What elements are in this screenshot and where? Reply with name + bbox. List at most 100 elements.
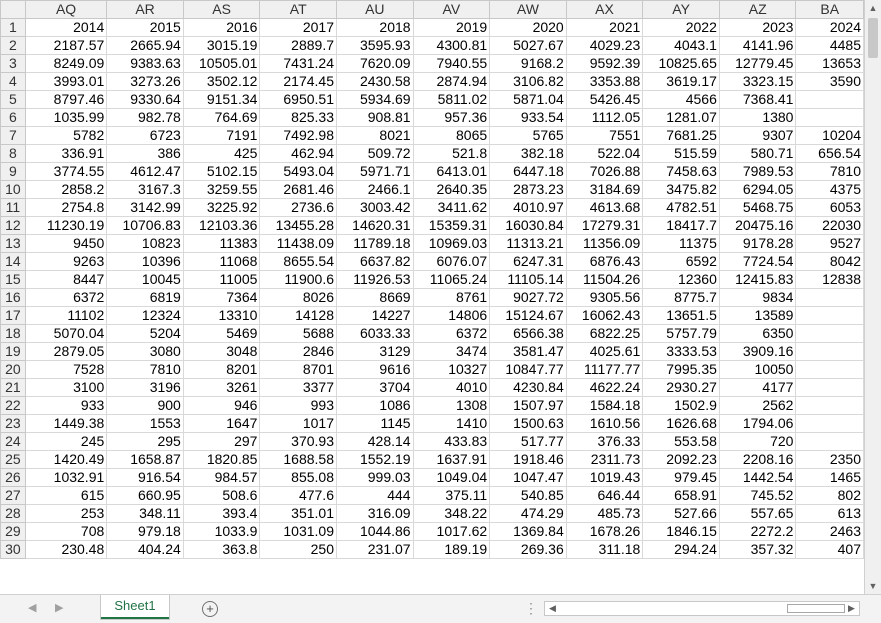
cell-ba-30[interactable]: 407 xyxy=(795,540,864,559)
cell-as-3[interactable]: 10505.01 xyxy=(182,54,261,73)
row-header[interactable]: 6 xyxy=(0,108,26,127)
cell-as-27[interactable]: 508.6 xyxy=(182,486,261,505)
cell-as-18[interactable]: 5469 xyxy=(182,324,261,343)
cell-ar-13[interactable]: 10823 xyxy=(106,234,184,253)
column-header-au[interactable]: AU xyxy=(336,0,414,19)
row-header[interactable]: 29 xyxy=(0,522,26,541)
cell-au-14[interactable]: 6637.82 xyxy=(336,252,414,271)
cell-as-2[interactable]: 3015.19 xyxy=(182,36,261,55)
cell-ax-7[interactable]: 7551 xyxy=(565,126,644,145)
next-sheet-icon[interactable]: ▶ xyxy=(55,601,63,614)
row-header[interactable]: 11 xyxy=(0,198,26,217)
cell-aw-1[interactable]: 2020 xyxy=(489,18,567,37)
cell-au-3[interactable]: 7620.09 xyxy=(336,54,414,73)
cell-aq-6[interactable]: 1035.99 xyxy=(24,108,108,127)
cell-av-21[interactable]: 4010 xyxy=(412,378,491,397)
cell-at-16[interactable]: 8026 xyxy=(259,288,337,307)
cell-ay-19[interactable]: 3333.53 xyxy=(642,342,720,361)
cell-aw-9[interactable]: 6447.18 xyxy=(489,162,567,181)
cell-ax-30[interactable]: 311.18 xyxy=(565,540,644,559)
cell-aq-25[interactable]: 1420.49 xyxy=(24,450,108,469)
cell-ar-20[interactable]: 7810 xyxy=(106,360,184,379)
row-header[interactable]: 22 xyxy=(0,396,26,415)
cell-au-11[interactable]: 3003.42 xyxy=(336,198,414,217)
cell-az-15[interactable]: 12415.83 xyxy=(718,270,797,289)
cell-ar-27[interactable]: 660.95 xyxy=(106,486,184,505)
cell-au-25[interactable]: 1552.19 xyxy=(336,450,414,469)
cell-aw-29[interactable]: 1369.84 xyxy=(489,522,567,541)
cell-as-24[interactable]: 297 xyxy=(182,432,261,451)
cell-ba-18[interactable] xyxy=(795,324,864,343)
cell-au-16[interactable]: 8669 xyxy=(336,288,414,307)
cell-ba-17[interactable] xyxy=(795,306,864,325)
cell-at-18[interactable]: 5688 xyxy=(259,324,337,343)
cell-ax-18[interactable]: 6822.25 xyxy=(565,324,644,343)
cell-ba-16[interactable] xyxy=(795,288,864,307)
cell-ba-22[interactable] xyxy=(795,396,864,415)
cell-ax-29[interactable]: 1678.26 xyxy=(565,522,644,541)
cell-az-11[interactable]: 5468.75 xyxy=(718,198,797,217)
cell-az-6[interactable]: 1380 xyxy=(718,108,797,127)
cell-ar-18[interactable]: 5204 xyxy=(106,324,184,343)
cell-az-14[interactable]: 7724.54 xyxy=(718,252,797,271)
cell-az-8[interactable]: 580.71 xyxy=(718,144,797,163)
cell-ay-26[interactable]: 979.45 xyxy=(642,468,720,487)
row-header[interactable]: 13 xyxy=(0,234,26,253)
cell-as-17[interactable]: 13310 xyxy=(182,306,261,325)
cell-az-23[interactable]: 1794.06 xyxy=(718,414,797,433)
cell-as-4[interactable]: 3502.12 xyxy=(182,72,261,91)
row-header[interactable]: 30 xyxy=(0,540,26,559)
column-header-ax[interactable]: AX xyxy=(565,0,644,19)
cell-aq-5[interactable]: 8797.46 xyxy=(24,90,108,109)
cell-aw-15[interactable]: 11105.14 xyxy=(489,270,567,289)
cell-av-5[interactable]: 5811.02 xyxy=(412,90,491,109)
cell-ay-17[interactable]: 13651.5 xyxy=(642,306,720,325)
cell-az-7[interactable]: 9307 xyxy=(718,126,797,145)
cell-ax-5[interactable]: 5426.45 xyxy=(565,90,644,109)
cell-av-11[interactable]: 3411.62 xyxy=(412,198,491,217)
cell-aq-16[interactable]: 6372 xyxy=(24,288,108,307)
cell-ay-11[interactable]: 4782.51 xyxy=(642,198,720,217)
cell-as-10[interactable]: 3259.55 xyxy=(182,180,261,199)
cell-at-10[interactable]: 2681.46 xyxy=(259,180,337,199)
cell-au-27[interactable]: 444 xyxy=(336,486,414,505)
cell-aq-24[interactable]: 245 xyxy=(24,432,108,451)
scroll-up-icon[interactable]: ▲ xyxy=(865,0,881,16)
column-header-aq[interactable]: AQ xyxy=(24,0,108,19)
cell-aq-20[interactable]: 7528 xyxy=(24,360,108,379)
cell-at-1[interactable]: 2017 xyxy=(259,18,337,37)
cell-ba-6[interactable] xyxy=(795,108,864,127)
cell-au-26[interactable]: 999.03 xyxy=(336,468,414,487)
cell-at-5[interactable]: 6950.51 xyxy=(259,90,337,109)
cell-az-21[interactable]: 4177 xyxy=(718,378,797,397)
cell-ba-23[interactable] xyxy=(795,414,864,433)
cell-av-7[interactable]: 8065 xyxy=(412,126,491,145)
cell-az-2[interactable]: 4141.96 xyxy=(718,36,797,55)
row-header[interactable]: 19 xyxy=(0,342,26,361)
scroll-down-icon[interactable]: ▼ xyxy=(865,578,881,594)
cell-ax-24[interactable]: 376.33 xyxy=(565,432,644,451)
cell-ar-23[interactable]: 1553 xyxy=(106,414,184,433)
cell-az-27[interactable]: 745.52 xyxy=(718,486,797,505)
cell-av-1[interactable]: 2019 xyxy=(412,18,491,37)
cell-au-23[interactable]: 1145 xyxy=(336,414,414,433)
cell-as-29[interactable]: 1033.9 xyxy=(182,522,261,541)
cell-av-4[interactable]: 2874.94 xyxy=(412,72,491,91)
cell-ba-19[interactable] xyxy=(795,342,864,361)
cell-ay-8[interactable]: 515.59 xyxy=(642,144,720,163)
cell-au-20[interactable]: 9616 xyxy=(336,360,414,379)
cell-aq-30[interactable]: 230.48 xyxy=(24,540,108,559)
cell-av-23[interactable]: 1410 xyxy=(412,414,491,433)
cell-ax-21[interactable]: 4622.24 xyxy=(565,378,644,397)
cell-az-4[interactable]: 3323.15 xyxy=(718,72,797,91)
cell-az-19[interactable]: 3909.16 xyxy=(718,342,797,361)
cell-aq-1[interactable]: 2014 xyxy=(24,18,108,37)
horizontal-scroll-thumb[interactable] xyxy=(787,604,845,613)
cell-ay-5[interactable]: 4566 xyxy=(642,90,720,109)
cell-as-9[interactable]: 5102.15 xyxy=(182,162,261,181)
cell-ax-13[interactable]: 11356.09 xyxy=(565,234,644,253)
row-header[interactable]: 12 xyxy=(0,216,26,235)
cell-at-30[interactable]: 250 xyxy=(259,540,337,559)
column-header-as[interactable]: AS xyxy=(182,0,261,19)
cell-ay-21[interactable]: 2930.27 xyxy=(642,378,720,397)
